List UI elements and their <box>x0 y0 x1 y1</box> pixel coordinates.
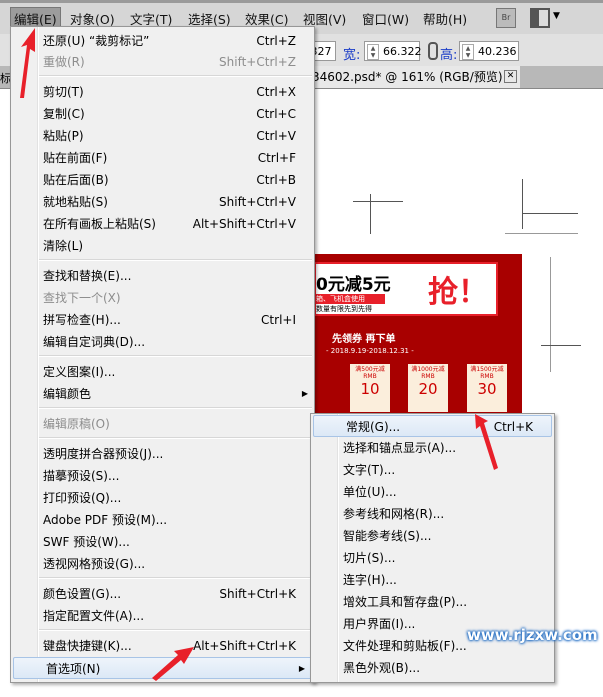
red-arrow-icon <box>20 28 35 98</box>
annotation-arrows <box>20 28 498 681</box>
red-arrow-icon <box>475 414 498 470</box>
red-arrow-icon <box>152 647 194 681</box>
